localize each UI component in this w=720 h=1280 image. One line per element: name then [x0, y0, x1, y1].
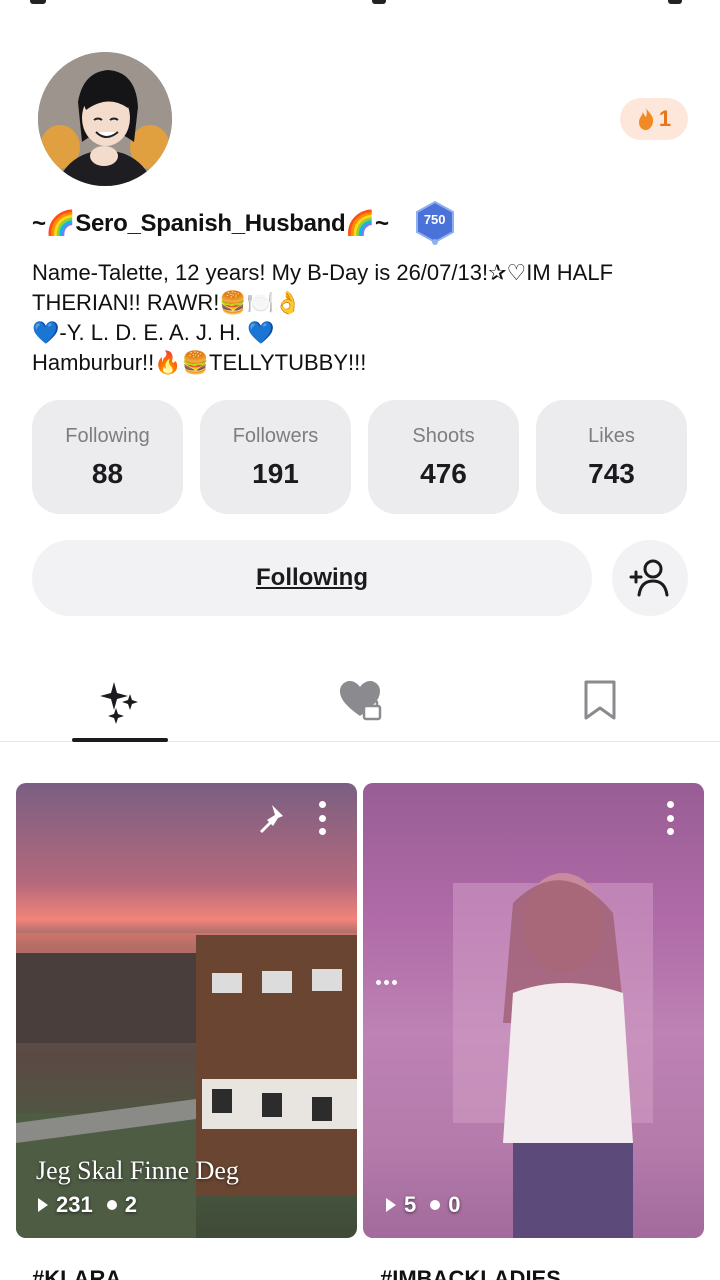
username: ~🌈Sero_Spanish_Husband🌈~	[32, 209, 389, 237]
post-tag[interactable]: #IMBACKLADIES	[380, 1266, 561, 1280]
profile-stats: Following 88 Followers 191 Shoots 476 Li…	[32, 400, 688, 514]
bio-line: Name-Talette, 12 years! My B-Day is 26/0…	[32, 260, 614, 285]
stat-value: 88	[91, 457, 124, 489]
stat-followers[interactable]: Followers 191	[200, 400, 351, 514]
add-person-icon	[629, 559, 669, 597]
post-stats: 5 0	[386, 1192, 461, 1218]
bio-line: THERIAN!! RAWR!🍔🍽️👌	[32, 290, 302, 315]
profile-bio: Name-Talette, 12 years! My B-Day is 26/0…	[32, 258, 692, 378]
post-views: 5	[404, 1192, 417, 1217]
tab-posts[interactable]	[72, 670, 168, 730]
comment-dot-icon	[106, 1200, 117, 1210]
content-tabs	[0, 660, 720, 742]
stat-shoots[interactable]: Shoots 476	[368, 400, 519, 514]
streak-count: 1	[658, 106, 672, 131]
stat-label: Likes	[588, 424, 635, 447]
play-icon	[386, 1198, 396, 1212]
top-bar-cropped	[0, 0, 720, 10]
active-tab-indicator	[72, 738, 168, 742]
more-options-icon	[376, 980, 397, 985]
stat-value: 476	[420, 457, 467, 489]
more-options-icon[interactable]	[665, 801, 675, 835]
pin-icon[interactable]	[254, 802, 286, 834]
following-button[interactable]: Following	[32, 540, 592, 616]
comment-dot-icon	[430, 1200, 441, 1210]
bio-line: Hamburbur!!🔥🍔TELLYTUBBY!!!	[32, 350, 367, 375]
level-badge[interactable]: 750	[413, 200, 457, 246]
streak-badge[interactable]: 1	[620, 98, 688, 140]
bio-line: 💙-Y. L. D. E. A. J. H. 💙	[32, 320, 275, 345]
post-tag[interactable]: #KLARA	[32, 1266, 121, 1280]
bookmark-icon	[584, 680, 616, 720]
play-icon	[38, 1198, 48, 1212]
tab-saved[interactable]	[552, 670, 648, 730]
flame-icon	[638, 108, 654, 130]
tab-liked[interactable]	[312, 670, 408, 730]
stat-following[interactable]: Following 88	[32, 400, 183, 514]
heart-lock-icon	[340, 681, 382, 721]
sparkles-icon	[100, 682, 138, 724]
more-options-icon[interactable]	[317, 801, 327, 835]
add-friend-button[interactable]	[612, 540, 688, 616]
post-views: 231	[56, 1192, 93, 1217]
level-value: 750	[423, 212, 446, 227]
stat-likes[interactable]: Likes 743	[536, 400, 687, 514]
post-card[interactable]	[363, 783, 704, 1238]
stat-value: 743	[588, 457, 635, 489]
post-comments: 0	[448, 1192, 461, 1217]
profile-avatar[interactable]	[38, 52, 172, 186]
stat-label: Following	[65, 424, 150, 447]
post-stats: 231 2	[38, 1192, 137, 1218]
stat-label: Followers	[232, 424, 319, 447]
post-comments: 2	[124, 1192, 137, 1217]
post-caption: Jeg Skal Finne Deg	[36, 1156, 239, 1185]
stat-label: Shoots	[412, 424, 475, 447]
stat-value: 191	[252, 457, 299, 489]
